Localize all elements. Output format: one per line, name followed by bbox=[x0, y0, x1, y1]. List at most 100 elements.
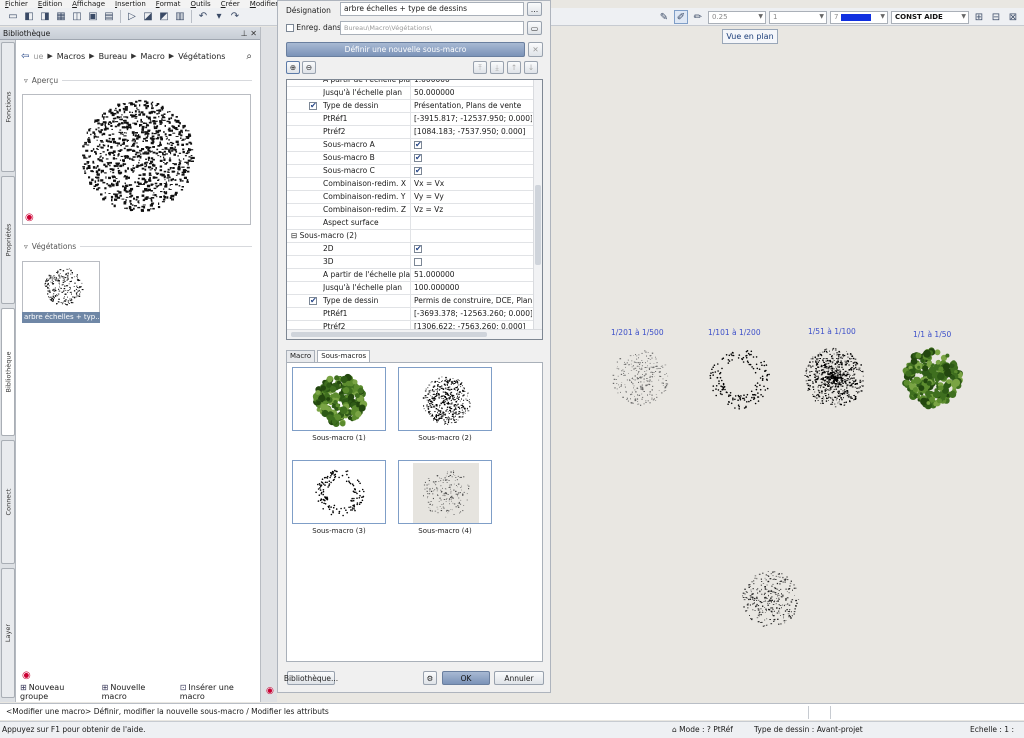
layer-lock-icon[interactable]: ⊠ bbox=[1006, 10, 1020, 24]
breadcrumb-item[interactable]: Macros bbox=[57, 52, 85, 61]
collapse-icon[interactable]: ▿ bbox=[24, 76, 28, 85]
property-row[interactable]: Type de dessinPermis de construire, DCE,… bbox=[287, 295, 534, 308]
submacro-thumbnail-2[interactable] bbox=[398, 367, 492, 431]
property-value[interactable]: [1084.183; -7537.950; 0.000] bbox=[414, 126, 532, 138]
property-value[interactable]: 51.000000 bbox=[414, 269, 532, 281]
property-row[interactable]: Combinaison-redim. Z Vz = Vz bbox=[287, 204, 534, 217]
menu-creer[interactable]: Créer bbox=[216, 0, 245, 8]
table-icon[interactable]: ▦ bbox=[54, 10, 68, 24]
cancel-button[interactable]: Annuler bbox=[494, 671, 544, 685]
save-icon[interactable]: ▣ bbox=[86, 10, 100, 24]
value-checkbox[interactable] bbox=[414, 152, 422, 164]
designation-browse-button[interactable]: … bbox=[527, 2, 542, 16]
property-row[interactable]: Sous-macro C bbox=[287, 165, 534, 178]
move-top-icon[interactable]: ⤒ bbox=[473, 61, 487, 74]
value-checkbox[interactable] bbox=[414, 139, 422, 151]
target-icon[interactable]: ◉ bbox=[266, 686, 274, 696]
layer-select[interactable]: CONST AIDE ▼ bbox=[891, 10, 969, 24]
side-tab-fonctions[interactable]: Fonctions bbox=[1, 42, 15, 172]
breadcrumb-item[interactable]: ue bbox=[33, 52, 43, 61]
library-button[interactable]: Bibliothèque... bbox=[284, 671, 338, 685]
define-submacro-button[interactable]: Définir une nouvelle sous-macro bbox=[286, 42, 525, 57]
color-select[interactable]: 7 ▼ bbox=[830, 10, 888, 24]
property-value[interactable]: Vx = Vx bbox=[414, 178, 532, 190]
layer-visibility-icon[interactable]: ⊟ bbox=[989, 10, 1003, 24]
menu-modifier[interactable]: Modifier bbox=[245, 0, 280, 8]
breadcrumb-item[interactable]: Macro bbox=[141, 52, 165, 61]
menu-edition[interactable]: Edition bbox=[33, 0, 67, 8]
tab-macro[interactable]: Macro bbox=[286, 350, 316, 362]
new-macro-button[interactable]: ⊞ Nouvelle macro bbox=[102, 683, 172, 701]
value-checkbox[interactable] bbox=[414, 165, 422, 177]
property-value[interactable]: [-3693.378; -12563.260; 0.000] bbox=[414, 308, 532, 320]
submacro-thumbnail-1[interactable] bbox=[292, 367, 386, 431]
property-value[interactable] bbox=[414, 256, 532, 268]
library-item-label[interactable]: arbre échelles + typ... bbox=[22, 312, 100, 323]
collapse-group-icon[interactable]: ⊟ bbox=[291, 231, 300, 240]
breadcrumb-item[interactable]: Bureau bbox=[99, 52, 128, 61]
cut-icon[interactable]: ▷ bbox=[125, 10, 139, 24]
property-row[interactable]: A partir de l'échelle plan 1.000000 bbox=[287, 80, 534, 87]
format-icon[interactable]: ▥ bbox=[173, 10, 187, 24]
tab-sous-macros[interactable]: Sous-macros bbox=[317, 350, 371, 362]
undo-dropdown-icon[interactable]: ▾ bbox=[212, 10, 226, 24]
save-checkbox[interactable] bbox=[286, 24, 294, 32]
pencil-icon[interactable]: ✏ bbox=[691, 10, 705, 24]
pen-thickness-select[interactable]: 0.25 ▼ bbox=[708, 10, 766, 24]
side-tab-proprietes[interactable]: Propriétés bbox=[1, 176, 15, 304]
property-value[interactable] bbox=[414, 152, 532, 164]
side-tab-bibliotheque[interactable]: Bibliothèque bbox=[1, 308, 15, 436]
new-file-icon[interactable]: ▭ bbox=[6, 10, 20, 24]
side-tab-layer[interactable]: Layer bbox=[1, 568, 15, 698]
ok-button[interactable]: OK bbox=[442, 671, 490, 685]
property-row[interactable]: Jusqu'à l'échelle plan 50.000000 bbox=[287, 87, 534, 100]
property-value[interactable] bbox=[414, 139, 532, 151]
collapse-all-icon[interactable]: ⊖ bbox=[302, 61, 316, 74]
property-checkbox[interactable] bbox=[309, 295, 317, 307]
menu-fichier[interactable]: Fichier bbox=[0, 0, 33, 8]
property-value[interactable]: Permis de construire, DCE, Plans bbox=[414, 295, 532, 307]
redo-icon[interactable]: ↷ bbox=[228, 10, 242, 24]
property-value[interactable]: 1.000000 bbox=[414, 80, 532, 86]
property-row[interactable]: PtRéf1 [-3693.378; -12563.260; 0.000] bbox=[287, 308, 534, 321]
settings-gear-icon[interactable]: ⚙ bbox=[423, 671, 437, 685]
search-icon[interactable]: ⌕ bbox=[246, 51, 252, 62]
value-checkbox[interactable] bbox=[414, 243, 422, 255]
property-row[interactable]: Jusqu'à l'échelle plan 100.000000 bbox=[287, 282, 534, 295]
scale-indicator[interactable]: Echelle : 1 : 50 bbox=[970, 722, 1024, 738]
property-checkbox[interactable] bbox=[309, 100, 317, 112]
property-value[interactable] bbox=[414, 243, 532, 255]
open-project-icon[interactable]: ◨ bbox=[38, 10, 52, 24]
property-row[interactable]: Combinaison-redim. Y Vy = Vy bbox=[287, 191, 534, 204]
scroll-thumb[interactable] bbox=[535, 185, 541, 265]
undo-icon[interactable]: ↶ bbox=[196, 10, 210, 24]
property-row[interactable]: Aspect surface bbox=[287, 217, 534, 230]
move-down-icon[interactable]: ↓ bbox=[524, 61, 538, 74]
target-icon[interactable]: ◉ bbox=[22, 670, 31, 681]
property-value[interactable]: Présentation, Plans de vente bbox=[414, 100, 532, 112]
menu-format[interactable]: Format bbox=[151, 0, 186, 8]
target-icon[interactable]: ◉ bbox=[25, 212, 34, 223]
property-value[interactable]: 100.000000 bbox=[414, 282, 532, 294]
menu-outils[interactable]: Outils bbox=[185, 0, 215, 8]
move-up-icon[interactable]: ↑ bbox=[507, 61, 521, 74]
value-checkbox[interactable] bbox=[414, 258, 422, 266]
expand-all-icon[interactable]: ⊕ bbox=[286, 61, 300, 74]
property-row[interactable]: 3D bbox=[287, 256, 534, 269]
copy-icon[interactable]: ◪ bbox=[141, 10, 155, 24]
property-row[interactable]: 2D bbox=[287, 243, 534, 256]
property-value[interactable]: Vz = Vz bbox=[414, 204, 532, 216]
property-row[interactable]: PtRéf1 [-3915.817; -12537.950; 0.000] bbox=[287, 113, 534, 126]
insert-macro-button[interactable]: ⊡ Insérer une macro bbox=[180, 683, 260, 701]
property-row[interactable]: Combinaison-redim. X Vx = Vx bbox=[287, 178, 534, 191]
vertical-scrollbar[interactable] bbox=[533, 80, 542, 330]
drawing-type-indicator[interactable]: Type de dessin : Avant-projet bbox=[754, 722, 863, 738]
layer-settings-icon[interactable]: ⊞ bbox=[972, 10, 986, 24]
property-row[interactable]: Type de dessinPrésentation, Plans de ven… bbox=[287, 100, 534, 113]
folder-icon[interactable]: ◫ bbox=[70, 10, 84, 24]
pin-close-icon[interactable]: ⊥ ✕ bbox=[241, 27, 257, 40]
property-row[interactable]: ⊟ Sous-macro (2) bbox=[287, 230, 534, 243]
property-row[interactable]: A partir de l'échelle plan 51.000000 bbox=[287, 269, 534, 282]
panel-splitter[interactable] bbox=[260, 27, 277, 702]
back-arrow-icon[interactable]: ⇦ bbox=[21, 51, 29, 62]
